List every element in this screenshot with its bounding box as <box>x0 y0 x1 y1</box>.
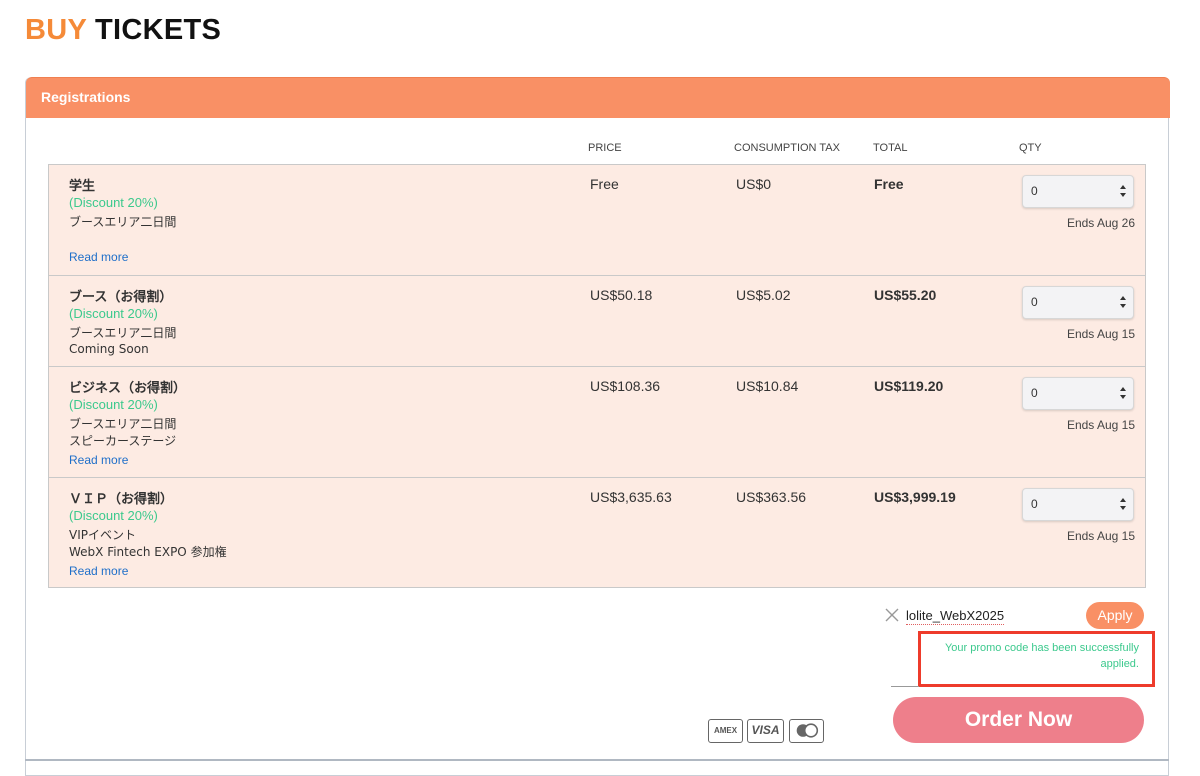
ticket-row: ＶＩＰ（お得割） (Discount 20%) VIPイベント WebX Fin… <box>49 478 1145 587</box>
ticket-row: ブース（お得割） (Discount 20%) ブースエリア二日間 Coming… <box>49 276 1145 367</box>
ticket-description: ブースエリア二日間 <box>69 215 177 229</box>
select-arrows-icon <box>1120 185 1126 197</box>
ticket-total: Free <box>874 176 904 192</box>
select-arrows-icon <box>1120 296 1126 308</box>
ticket-discount: (Discount 20%) <box>69 397 158 412</box>
read-more-link[interactable]: Read more <box>69 564 128 578</box>
amex-icon: AMEX <box>708 719 743 743</box>
quantity-value: 0 <box>1031 184 1038 198</box>
clear-promo-icon[interactable] <box>884 607 900 623</box>
quantity-value: 0 <box>1031 497 1038 511</box>
panel-header-title: Registrations <box>41 89 131 105</box>
quantity-select[interactable]: 0 <box>1022 488 1134 521</box>
column-header-total: TOTAL <box>873 142 908 154</box>
page-title-main: TICKETS <box>94 14 222 46</box>
ticket-tax: US$0 <box>736 176 772 192</box>
ticket-price: US$108.36 <box>590 378 661 394</box>
apply-button[interactable]: Apply <box>1086 602 1144 629</box>
page-title: BUY TICKETS <box>25 14 221 47</box>
ticket-row: 学生 (Discount 20%) ブースエリア二日間 Read more Fr… <box>49 165 1145 276</box>
order-now-button[interactable]: Order Now <box>893 697 1144 743</box>
ticket-discount: (Discount 20%) <box>69 508 158 523</box>
ticket-tax: US$363.56 <box>736 489 807 505</box>
ticket-discount: (Discount 20%) <box>69 306 158 321</box>
read-more-link[interactable]: Read more <box>69 453 128 467</box>
ticket-table: 学生 (Discount 20%) ブースエリア二日間 Read more Fr… <box>48 164 1146 588</box>
quantity-select[interactable]: 0 <box>1022 286 1134 319</box>
promo-divider <box>891 686 919 687</box>
quantity-select[interactable]: 0 <box>1022 175 1134 208</box>
ticket-tax: US$5.02 <box>736 287 791 303</box>
ticket-name: 学生 <box>69 179 96 194</box>
ticket-description: ブースエリア二日間 <box>69 326 177 340</box>
quantity-value: 0 <box>1031 386 1038 400</box>
ticket-total: US$119.20 <box>874 378 944 394</box>
ticket-description-2: スピーカーステージ <box>69 434 177 448</box>
ticket-description: ブースエリア二日間 <box>69 417 177 431</box>
column-header-tax: CONSUMPTION TAX <box>734 142 840 154</box>
ticket-name: ビジネス（お得割） <box>69 381 187 396</box>
select-arrows-icon <box>1120 387 1126 399</box>
ticket-price: US$50.18 <box>590 287 653 303</box>
mastercard-icon <box>789 719 824 743</box>
read-more-link[interactable]: Read more <box>69 250 128 264</box>
ticket-ends-date: Ends Aug 15 <box>1066 327 1135 341</box>
ticket-ends-date: Ends Aug 26 <box>1066 216 1135 230</box>
panel-header: Registrations <box>26 77 1170 118</box>
ticket-name: ＶＩＰ（お得割） <box>69 492 174 507</box>
ticket-total: US$3,999.19 <box>874 489 956 505</box>
visa-icon: VISA <box>747 719 784 743</box>
ticket-price: Free <box>590 176 619 192</box>
ticket-total: US$55.20 <box>874 287 937 303</box>
ticket-name: ブース（お得割） <box>69 290 173 305</box>
ticket-description: VIPイベント <box>69 528 136 542</box>
select-arrows-icon <box>1120 498 1126 510</box>
ticket-description-2: WebX Fintech EXPO 参加権 <box>69 545 227 559</box>
column-header-price: PRICE <box>588 142 622 154</box>
promo-code-value[interactable]: lolite_WebX2025 <box>906 608 1005 625</box>
promo-message-highlight: Your promo code has been successfully ap… <box>918 631 1155 687</box>
ticket-description-2: Coming Soon <box>69 342 149 356</box>
ticket-ends-date: Ends Aug 15 <box>1066 418 1135 432</box>
ticket-price: US$3,635.63 <box>590 489 672 505</box>
promo-success-message: Your promo code has been successfully ap… <box>924 640 1139 672</box>
quantity-value: 0 <box>1031 295 1038 309</box>
ticket-row: ビジネス（お得割） (Discount 20%) ブースエリア二日間 スピーカー… <box>49 367 1145 478</box>
panel-bottom-border <box>25 759 1169 761</box>
promo-message-line-1: Your promo code has been successfully <box>944 642 1139 654</box>
quantity-select[interactable]: 0 <box>1022 377 1134 410</box>
ticket-discount: (Discount 20%) <box>69 195 158 210</box>
page-title-accent: BUY <box>25 14 87 46</box>
ticket-ends-date: Ends Aug 15 <box>1066 529 1135 543</box>
ticket-tax: US$10.84 <box>736 378 799 394</box>
column-header-qty: QTY <box>1019 142 1042 154</box>
promo-message-line-2: applied. <box>1100 658 1139 670</box>
